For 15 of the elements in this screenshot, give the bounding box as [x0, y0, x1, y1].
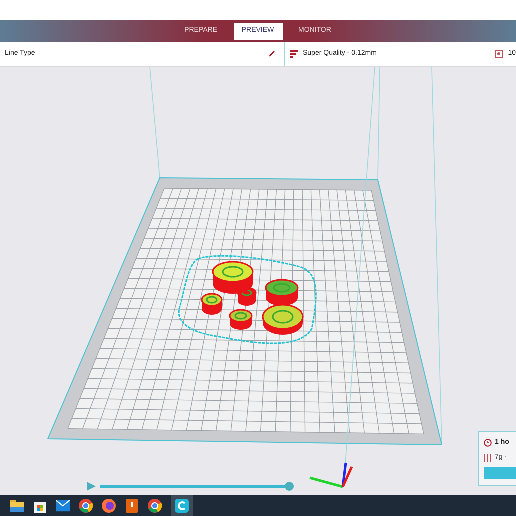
folder-icon	[10, 500, 24, 512]
slicer-app-icon	[175, 498, 189, 512]
axis-gizmo-drawing	[310, 462, 354, 488]
clock-icon	[484, 439, 492, 448]
support-icon	[495, 50, 504, 58]
book-icon	[126, 498, 138, 512]
fox-globe-icon	[102, 498, 116, 512]
pencil-icon[interactable]	[269, 51, 275, 57]
slider-handle[interactable]	[285, 482, 294, 491]
browser-icon	[148, 498, 162, 512]
browser-icon	[79, 498, 93, 512]
taskbar-app[interactable]	[171, 495, 193, 516]
spool-icon	[484, 454, 492, 462]
envelope-icon	[56, 500, 70, 512]
quality-bars-icon	[290, 50, 298, 58]
